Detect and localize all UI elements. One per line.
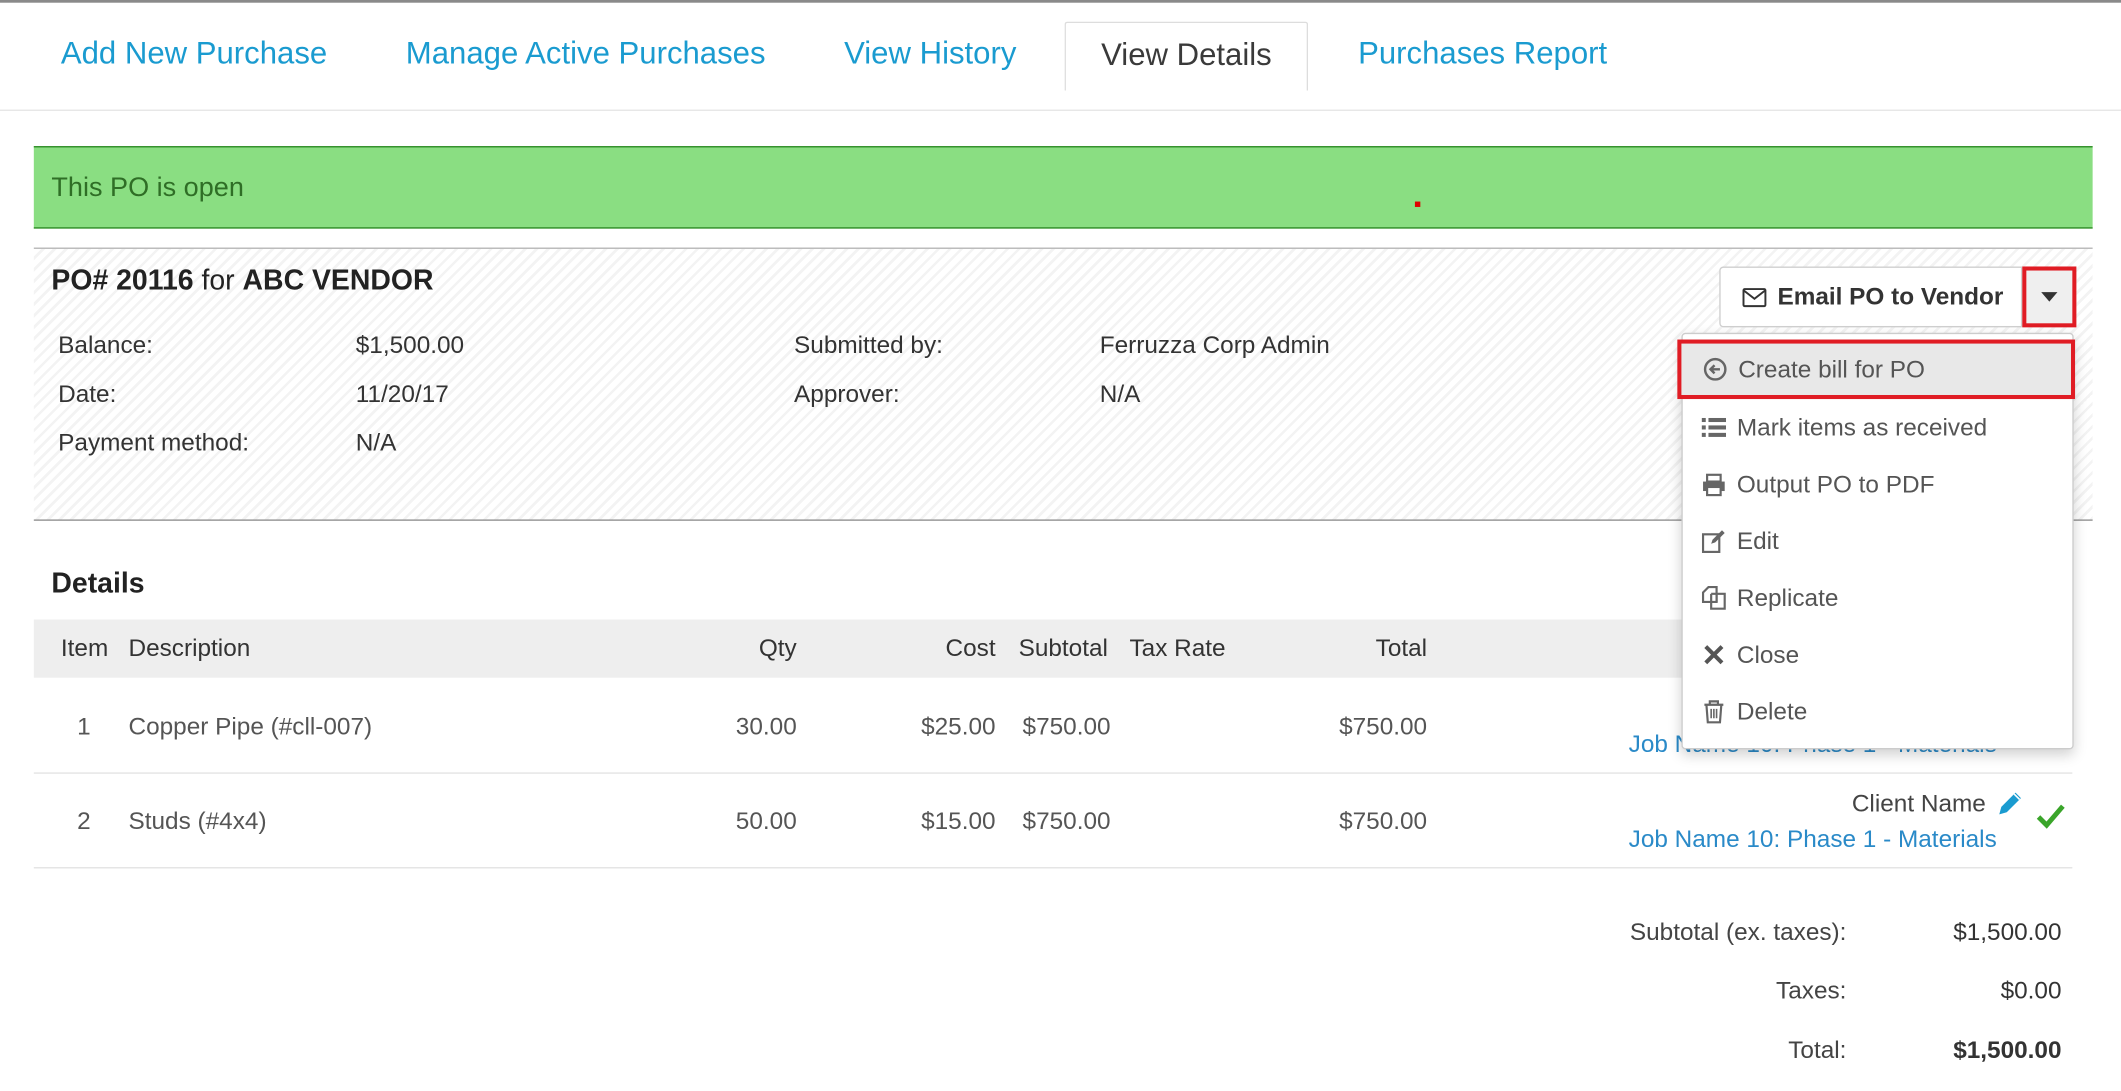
payment-method-value: N/A	[355, 428, 397, 456]
tab-purchases-report[interactable]: Purchases Report	[1358, 35, 1607, 72]
total-label: Total:	[1788, 1036, 1847, 1064]
balance-value: $1,500.00	[355, 331, 465, 359]
row-description: Copper Pipe (#cll-007)	[128, 712, 373, 740]
actions-dropdown-toggle[interactable]	[2022, 266, 2077, 328]
balance-label: Balance:	[58, 331, 153, 359]
date-label: Date:	[58, 380, 117, 408]
menu-item-edit[interactable]: Edit	[1683, 513, 2073, 570]
payment-method-label: Payment method:	[58, 428, 250, 456]
marker-dot	[1414, 201, 1421, 207]
menu-item-label: Replicate	[1736, 583, 1839, 611]
tab-bar: Add New Purchase Manage Active Purchases…	[0, 3, 2121, 111]
col-item: Item	[60, 634, 109, 662]
row-cost: $25.00	[921, 712, 996, 740]
date-value: 11/20/17	[355, 380, 449, 408]
menu-item-label: Output PO to PDF	[1736, 470, 1935, 498]
col-total: Total	[1375, 634, 1428, 662]
subtotal-label: Subtotal (ex. taxes):	[1629, 918, 1847, 946]
col-subtotal: Subtotal	[1018, 634, 1108, 662]
row-subtotal: $750.00	[1022, 712, 1111, 740]
menu-item-mark-received[interactable]: Mark items as received	[1683, 399, 2073, 456]
approver-value: N/A	[1099, 380, 1141, 408]
tab-add-new-purchase[interactable]: Add New Purchase	[61, 35, 327, 72]
menu-item-label: Delete	[1736, 697, 1808, 725]
approver-label: Approver:	[794, 380, 900, 408]
po-vendor: ABC VENDOR	[242, 265, 434, 297]
menu-item-label: Create bill for PO	[1738, 355, 1925, 383]
row-item: 1	[77, 712, 91, 740]
trash-icon	[1702, 699, 1726, 724]
status-alert-text: This PO is open	[51, 173, 244, 203]
col-tax-rate: Tax Rate	[1129, 634, 1226, 662]
row-description: Studs (#4x4)	[128, 807, 267, 835]
po-for-text: for	[201, 265, 235, 297]
status-alert: This PO is open	[33, 146, 2093, 229]
taxes-value: $0.00	[2000, 976, 2062, 1004]
menu-item-label: Edit	[1736, 526, 1779, 554]
email-po-label: Email PO to Vendor	[1777, 282, 2004, 310]
x-icon	[1702, 643, 1726, 667]
row-qty: 30.00	[735, 712, 797, 740]
tab-view-history[interactable]: View History	[844, 35, 1016, 72]
row-subtotal: $750.00	[1022, 807, 1111, 835]
tab-manage-active-purchases[interactable]: Manage Active Purchases	[406, 35, 766, 72]
submitted-by-label: Submitted by:	[794, 331, 943, 359]
row-qty: 50.00	[735, 807, 797, 835]
subtotal-value: $1,500.00	[1953, 918, 2062, 946]
col-cost: Cost	[945, 634, 996, 662]
actions-dropdown-menu: Create bill for PO Mark items as receive…	[1677, 332, 2076, 750]
details-heading: Details	[51, 568, 145, 600]
table-row: 2 Studs (#4x4) 50.00 $15.00 $750.00 $750…	[33, 774, 2073, 869]
menu-item-label: Mark items as received	[1736, 413, 1988, 441]
col-qty: Qty	[758, 634, 797, 662]
edit-icon	[1701, 529, 1726, 553]
list-icon	[1701, 415, 1727, 439]
caret-down-icon	[2041, 292, 2058, 302]
row-cost: $15.00	[921, 807, 996, 835]
menu-item-create-bill[interactable]: Create bill for PO	[1677, 339, 2076, 400]
taxes-label: Taxes:	[1776, 976, 1847, 1004]
pencil-icon[interactable]	[1995, 789, 2025, 826]
copy-icon	[1701, 585, 1726, 610]
row-job-link[interactable]: Job Name 10: Phase 1 - Materials	[1629, 825, 1997, 853]
menu-item-delete[interactable]: Delete	[1683, 683, 2073, 740]
total-value: $1,500.00	[1953, 1036, 2062, 1064]
row-client-name: Client Name	[1851, 789, 1986, 818]
menu-item-label: Close	[1736, 640, 1800, 668]
row-total: $750.00	[1339, 807, 1428, 835]
tab-view-details[interactable]: View Details	[1064, 21, 1309, 91]
checkmark-icon	[2036, 802, 2066, 836]
po-title: PO# 20116 for ABC VENDOR	[51, 265, 433, 297]
po-number: PO# 20116	[51, 265, 194, 297]
col-description: Description	[128, 634, 251, 662]
menu-item-replicate[interactable]: Replicate	[1683, 569, 2073, 626]
email-po-button[interactable]: Email PO to Vendor	[1719, 266, 2023, 328]
menu-item-close[interactable]: Close	[1683, 626, 2073, 683]
menu-item-output-pdf[interactable]: Output PO to PDF	[1683, 456, 2073, 513]
submitted-by-value: Ferruzza Corp Admin	[1099, 331, 1330, 359]
row-total: $750.00	[1339, 712, 1428, 740]
envelope-icon	[1742, 285, 1767, 309]
printer-icon	[1702, 472, 1726, 496]
row-item: 2	[77, 807, 91, 835]
arrow-circle-left-icon	[1703, 357, 1727, 381]
